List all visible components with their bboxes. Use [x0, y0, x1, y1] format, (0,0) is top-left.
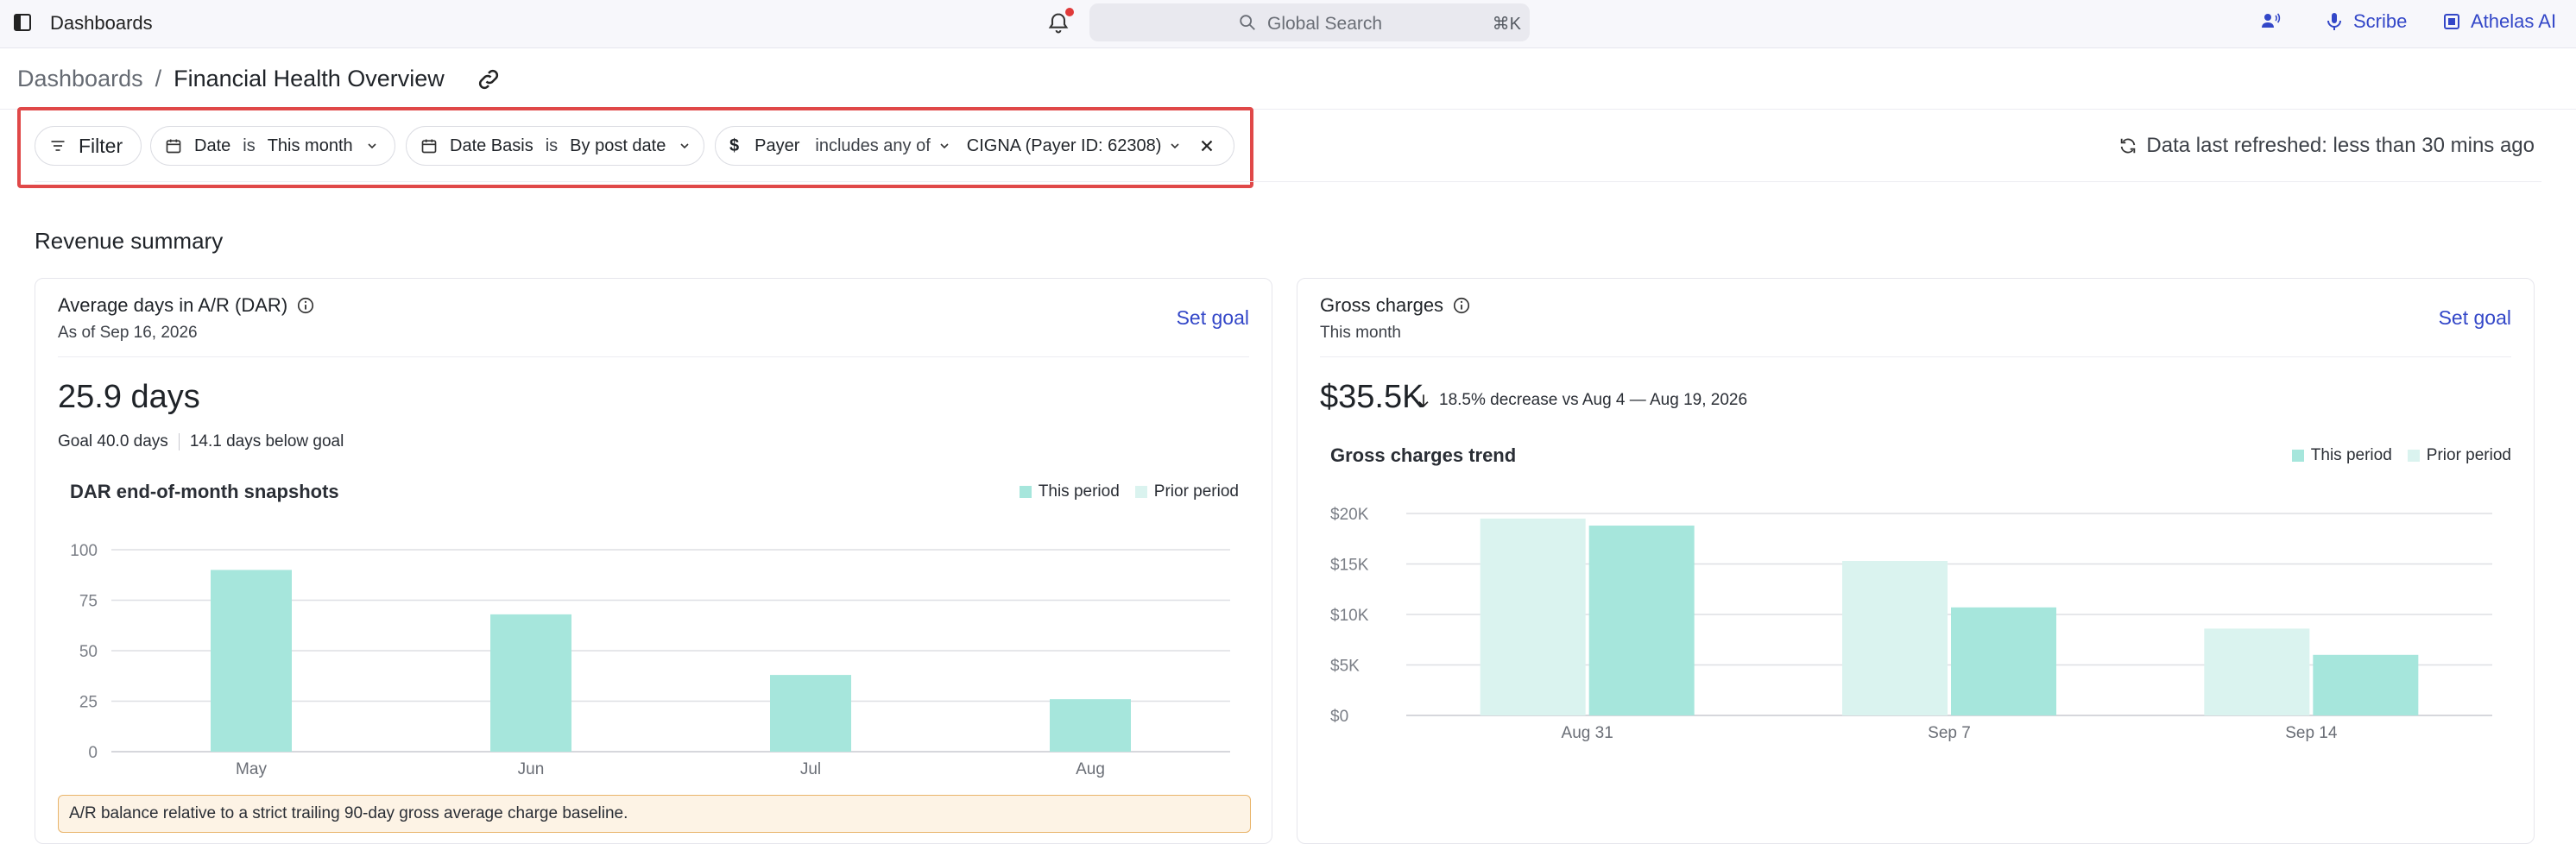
- card-divider: [1320, 356, 2511, 357]
- goal-separator: [178, 433, 180, 450]
- gross-chart: $0 $5K $10K $15K $20K Aug 31 Sep 7 Sep 14: [1330, 506, 2492, 742]
- arrow-down-icon: [1418, 394, 1429, 407]
- gross-delta: 18.5% decrease vs Aug 4 — Aug 19, 2026: [1415, 391, 1747, 410]
- gross-card-title: Gross charges: [1320, 294, 1471, 317]
- y-tick-label: $0: [1330, 708, 1348, 726]
- app-title[interactable]: Dashboards: [50, 12, 153, 35]
- section-title: Revenue summary: [35, 228, 224, 254]
- y-tick-label: $10K: [1330, 607, 1369, 625]
- legend-label: Prior period: [2426, 446, 2511, 464]
- gross-delta-text: 18.5% decrease vs Aug 4 — Aug 19, 2026: [1439, 391, 1748, 409]
- legend-label: This period: [1038, 482, 1120, 501]
- x-tick-label: Jul: [800, 760, 821, 778]
- x-tick-label: Jun: [518, 760, 545, 778]
- refresh-text: Data last refreshed: less than 30 mins a…: [2146, 134, 2535, 157]
- card-divider: [58, 356, 1249, 357]
- bar-this-period: [770, 675, 851, 752]
- athelas-ai-button[interactable]: Athelas AI: [2441, 10, 2556, 33]
- search-placeholder: Global Search: [1267, 14, 1383, 34]
- dar-goal-text: Goal 40.0 days: [58, 432, 168, 450]
- top-bar: Dashboards Global Search ⌘K Scribe Athel…: [0, 0, 2576, 48]
- bar-prior-period: [1480, 518, 1586, 715]
- y-tick-label: $15K: [1330, 557, 1369, 575]
- legend-item-prior-period[interactable]: Prior period: [1134, 482, 1239, 501]
- dar-goal-delta: 14.1 days below goal: [189, 432, 344, 450]
- dar-card: Average days in A/R (DAR) As of Sep 16, …: [35, 278, 1272, 844]
- legend-item-this-period[interactable]: This period: [2291, 446, 2392, 465]
- y-tick-label: $20K: [1330, 506, 1369, 524]
- dar-goal-info: Goal 40.0 days 14.1 days below goal: [58, 432, 344, 451]
- bar-this-period: [1050, 699, 1131, 752]
- legend-item-this-period[interactable]: This period: [1019, 482, 1120, 501]
- bar-this-period: [211, 570, 292, 752]
- page-title: Financial Health Overview: [174, 66, 445, 91]
- link-icon[interactable]: [476, 66, 502, 92]
- legend-swatch: [1019, 486, 1032, 498]
- dar-chart: 0 25 50 75 100 May Jun Jul Aug: [70, 542, 1230, 778]
- bar-this-period: [490, 614, 571, 752]
- filter-bar-highlight: [17, 107, 1253, 188]
- breadcrumb: Dashboards / Financial Health Overview: [17, 66, 502, 92]
- filter-divider: [35, 181, 2541, 182]
- microphone-icon: [2327, 13, 2341, 30]
- breadcrumb-root[interactable]: Dashboards: [17, 66, 143, 92]
- global-search[interactable]: Global Search ⌘K: [1089, 3, 1530, 41]
- voice-button[interactable]: [2260, 10, 2281, 31]
- legend-label: Prior period: [1153, 482, 1239, 501]
- dar-card-title: Average days in A/R (DAR): [58, 294, 315, 317]
- y-tick-label: $5K: [1330, 658, 1360, 676]
- gross-subtitle: This month: [1320, 324, 1401, 342]
- legend-label: This period: [2310, 446, 2392, 464]
- y-tick-label: 0: [88, 744, 98, 762]
- y-tick-label: 50: [79, 643, 98, 661]
- gross-charges-card: Gross charges This month Set goal $35.5K…: [1297, 278, 2535, 844]
- scribe-label: Scribe: [2353, 10, 2408, 32]
- dar-chart-title: DAR end-of-month snapshots: [70, 481, 339, 502]
- dar-metric-value: 25.9 days: [58, 379, 200, 415]
- gross-title-text: Gross charges: [1320, 294, 1444, 316]
- notification-dot: [1065, 8, 1074, 16]
- legend-swatch: [2407, 450, 2420, 462]
- search-icon: [1240, 15, 1255, 30]
- legend-swatch: [2291, 450, 2304, 462]
- bar-this-period: [1588, 526, 1695, 715]
- bar-this-period: [2313, 654, 2419, 715]
- info-icon[interactable]: [296, 296, 315, 315]
- refresh-icon[interactable]: [2118, 136, 2137, 155]
- x-tick-label: Sep 14: [2285, 724, 2338, 742]
- sidebar-toggle-icon[interactable]: [12, 12, 33, 33]
- dar-set-goal-link[interactable]: Set goal: [1177, 306, 1249, 330]
- x-tick-label: May: [236, 760, 267, 778]
- dar-title-text: Average days in A/R (DAR): [58, 294, 288, 316]
- y-tick-label: 100: [70, 542, 98, 560]
- gross-metric-value: $35.5K: [1320, 379, 1424, 415]
- bar-this-period: [1951, 607, 2056, 715]
- gross-chart-legend: This period Prior period: [2291, 446, 2511, 465]
- dar-subtitle: As of Sep 16, 2026: [58, 324, 198, 342]
- dar-note: A/R balance relative to a strict trailin…: [58, 795, 1251, 833]
- legend-swatch: [1134, 486, 1147, 498]
- x-tick-label: Sep 7: [1928, 724, 1971, 742]
- info-icon[interactable]: [1452, 296, 1471, 315]
- dar-chart-legend: This period Prior period: [1019, 482, 1239, 501]
- y-tick-label: 75: [79, 593, 98, 611]
- gross-chart-title: Gross charges trend: [1330, 444, 1517, 466]
- bar-prior-period: [2204, 628, 2310, 715]
- search-shortcut: ⌘K: [1492, 15, 1521, 34]
- bar-prior-period: [1842, 560, 1948, 715]
- gross-set-goal-link[interactable]: Set goal: [2439, 306, 2511, 330]
- voice-user-icon: [2262, 13, 2281, 28]
- ai-label: Athelas AI: [2471, 10, 2557, 32]
- x-tick-label: Aug: [1076, 760, 1105, 778]
- breadcrumb-separator: /: [155, 66, 162, 91]
- x-tick-label: Aug 31: [1562, 724, 1613, 742]
- ai-chip-icon: [2444, 14, 2459, 29]
- legend-item-prior-period[interactable]: Prior period: [2407, 446, 2511, 465]
- y-tick-label: 25: [79, 694, 98, 712]
- data-refresh-status: Data last refreshed: less than 30 mins a…: [2118, 134, 2535, 158]
- scribe-button[interactable]: Scribe: [2324, 10, 2407, 33]
